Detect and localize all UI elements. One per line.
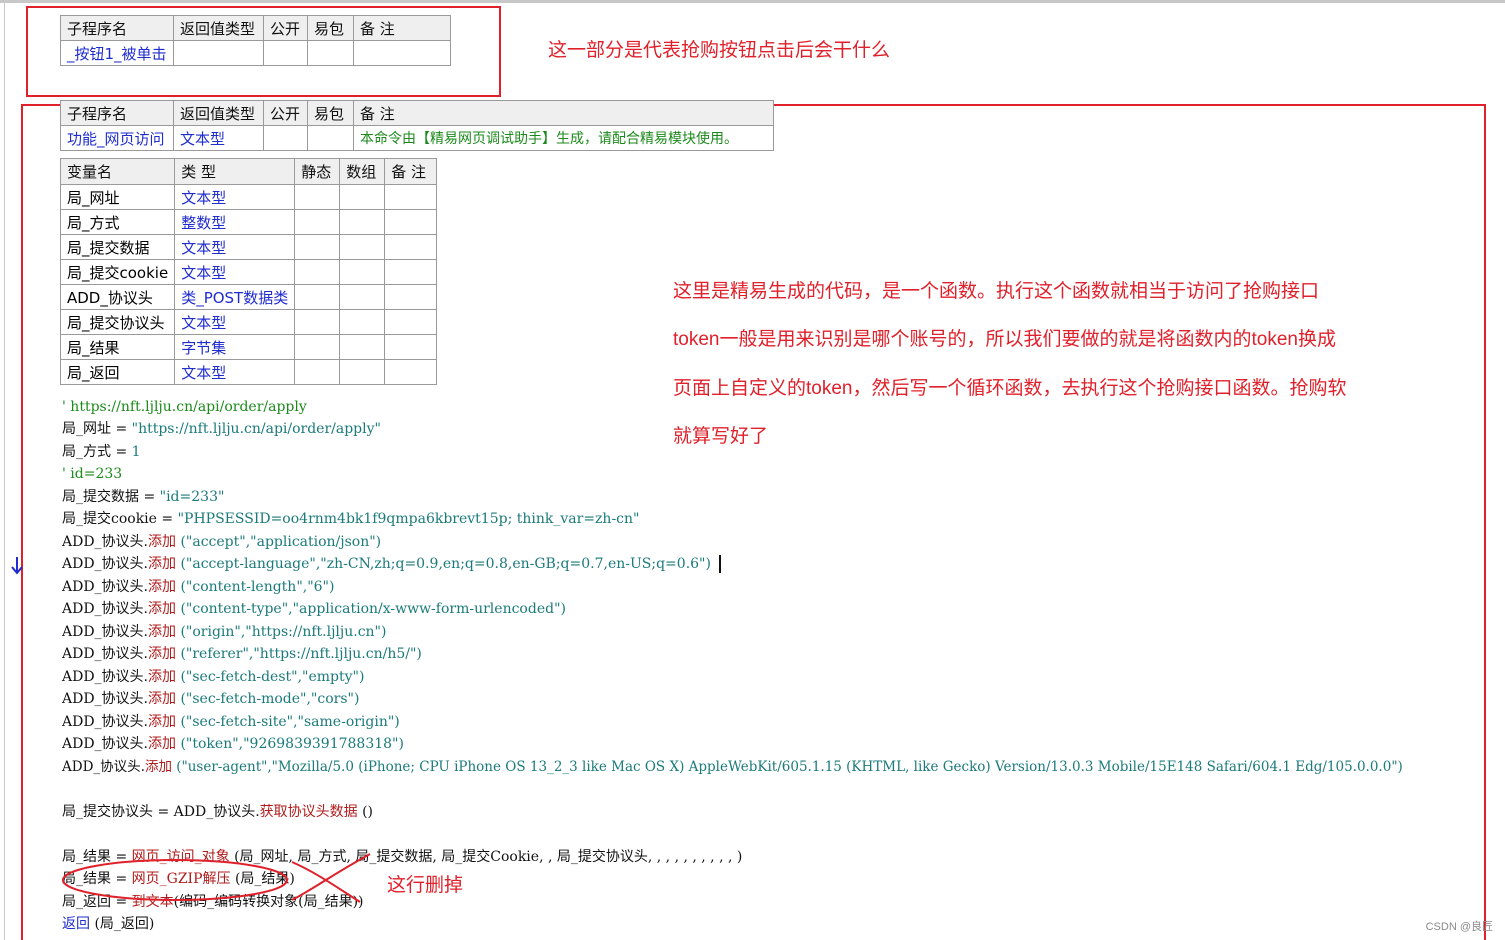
col-header-public: 公开 — [263, 100, 308, 126]
code-line-header-add[interactable]: ADD_协议头.添加 ("referer","https://nft.ljlju… — [62, 643, 422, 665]
var-type-cell[interactable]: 文本型 — [174, 309, 296, 335]
var-type-cell[interactable]: 文本型 — [174, 184, 296, 210]
subroutine-table-button-click: 子程序名 返回值类型 公开 易包 备 注 _按钮1_被单击 — [60, 15, 451, 66]
annotation-note-line: 就算写好了 — [673, 426, 769, 447]
var-note-cell[interactable] — [384, 259, 438, 285]
var-array-cell[interactable] — [339, 184, 386, 210]
local-variables-table: 变量名 类 型 静态 数组 备 注 局_网址 文本型 局_方式 整数型 局_提交数据… — [59, 158, 438, 385]
col-header-note: 备 注 — [353, 100, 774, 126]
var-static-cell[interactable] — [294, 234, 341, 260]
code-line[interactable]: 局_网址 = "https://nft.ljlju.cn/api/order/a… — [62, 418, 381, 440]
var-name-cell[interactable]: ADD_协议头 — [59, 284, 176, 310]
var-name-cell[interactable]: 局_结果 — [59, 334, 176, 360]
var-type-cell[interactable]: 文本型 — [174, 234, 296, 260]
var-name-cell[interactable]: 局_网址 — [59, 184, 176, 210]
var-note-cell[interactable] — [384, 234, 438, 260]
var-note-cell[interactable] — [384, 334, 438, 360]
strike-out-mark — [62, 853, 371, 903]
var-note-cell[interactable] — [384, 359, 438, 385]
col-header-subroutine: 子程序名 — [60, 15, 174, 41]
var-name-cell[interactable]: 局_方式 — [59, 209, 176, 235]
watermark: CSDN @良匠 — [1425, 921, 1493, 933]
col-header-static: 静态 — [294, 158, 341, 185]
col-header-subroutine: 子程序名 — [60, 100, 174, 126]
var-note-cell[interactable] — [384, 309, 438, 335]
annotation-note-delete: 这行删掉 — [387, 875, 464, 896]
annotation-note-line: 这里是精易生成的代码，是一个函数。执行这个函数就相当于访问了抢购接口 — [673, 281, 1320, 302]
col-header-easy-pkg: 易包 — [307, 15, 354, 41]
col-header-type: 类 型 — [174, 158, 296, 185]
note-cell[interactable]: 本命令由【精易网页调试助手】生成，请配合精易模块使用。 — [353, 125, 774, 151]
var-type-cell[interactable]: 文本型 — [174, 259, 296, 285]
var-array-cell[interactable] — [339, 359, 386, 385]
code-comment-line[interactable]: ' id=233 — [62, 463, 122, 485]
public-cell[interactable] — [263, 125, 308, 151]
var-static-cell[interactable] — [294, 209, 341, 235]
return-type-cell[interactable] — [173, 40, 264, 66]
code-line[interactable]: 局_提交协议头 = ADD_协议头.获取协议头数据 () — [62, 801, 373, 823]
editor-left-border — [4, 3, 5, 940]
code-line[interactable]: 局_方式 = 1 — [62, 441, 141, 463]
var-static-cell[interactable] — [294, 184, 341, 210]
annotation-note-button: 这一部分是代表抢购按钮点击后会干什么 — [548, 40, 891, 61]
var-note-cell[interactable] — [384, 184, 438, 210]
col-header-return-type: 返回值类型 — [173, 100, 264, 126]
col-header-return-type: 返回值类型 — [173, 15, 264, 41]
var-type-cell[interactable]: 字节集 — [174, 334, 296, 360]
var-name-cell[interactable]: 局_提交cookie — [59, 259, 176, 285]
code-line[interactable]: 局_提交cookie = "PHPSESSID=oo4rnm4bk1f9qmpa… — [62, 508, 639, 530]
col-header-var-name: 变量名 — [59, 158, 176, 185]
window-top-border — [0, 0, 1505, 3]
var-note-cell[interactable] — [384, 284, 438, 310]
code-line-header-add[interactable]: ADD_协议头.添加 ("sec-fetch-mode","cors") — [62, 688, 359, 710]
var-array-cell[interactable] — [339, 334, 386, 360]
easy-pkg-cell[interactable] — [307, 40, 354, 66]
note-cell[interactable] — [353, 40, 451, 66]
text-cursor — [718, 555, 721, 573]
code-comment-line[interactable]: ' https://nft.ljlju.cn/api/order/apply — [62, 396, 307, 418]
var-name-cell[interactable]: 局_提交数据 — [59, 234, 176, 260]
subroutine-table-web-visit: 子程序名 返回值类型 公开 易包 备 注 功能_网页访问 文本型 本命令由【精易… — [60, 100, 774, 151]
code-line-header-add[interactable]: ADD_协议头.添加 ("accept","application/json") — [62, 531, 381, 553]
code-line[interactable]: 局_提交数据 = "id=233" — [62, 486, 224, 508]
var-static-cell[interactable] — [294, 309, 341, 335]
code-line-header-add[interactable]: ADD_协议头.添加 ("content-length","6") — [62, 576, 334, 598]
subroutine-name-cell[interactable]: _按钮1_被单击 — [60, 40, 174, 66]
var-array-cell[interactable] — [339, 234, 386, 260]
code-line-header-add[interactable]: ADD_协议头.添加 ("sec-fetch-site","same-origi… — [62, 711, 400, 733]
var-array-cell[interactable] — [339, 309, 386, 335]
var-static-cell[interactable] — [294, 359, 341, 385]
code-line-header-add[interactable]: ADD_协议头.添加 ("user-agent","Mozilla/5.0 (i… — [62, 756, 1403, 778]
easy-pkg-cell[interactable] — [307, 125, 354, 151]
var-static-cell[interactable] — [294, 284, 341, 310]
public-cell[interactable] — [263, 40, 308, 66]
annotation-note-line: 页面上自定义的token，然后写一个循环函数，去执行这个抢购接口函数。抢购软 — [673, 378, 1347, 399]
code-line-header-add[interactable]: ADD_协议头.添加 ("token","9269839391788318") — [62, 733, 404, 755]
var-array-cell[interactable] — [339, 284, 386, 310]
return-type-cell[interactable]: 文本型 — [173, 125, 264, 151]
code-line-header-add[interactable]: ADD_协议头.添加 ("sec-fetch-dest","empty") — [62, 666, 364, 688]
var-type-cell[interactable]: 类_POST数据类 — [174, 284, 296, 310]
col-header-easy-pkg: 易包 — [307, 100, 354, 126]
var-note-cell[interactable] — [384, 209, 438, 235]
var-name-cell[interactable]: 局_提交协议头 — [59, 309, 176, 335]
var-array-cell[interactable] — [339, 259, 386, 285]
var-array-cell[interactable] — [339, 209, 386, 235]
var-static-cell[interactable] — [294, 334, 341, 360]
annotation-note-line: token一般是用来识别是哪个账号的，所以我们要做的就是将函数内的token换成 — [673, 329, 1336, 350]
col-header-public: 公开 — [263, 15, 308, 41]
var-static-cell[interactable] — [294, 259, 341, 285]
current-line-arrow-icon — [11, 557, 23, 575]
subroutine-name-cell[interactable]: 功能_网页访问 — [60, 125, 174, 151]
code-line-header-add[interactable]: ADD_协议头.添加 ("content-type","application/… — [62, 598, 566, 620]
var-name-cell[interactable]: 局_返回 — [59, 359, 176, 385]
col-header-note: 备 注 — [384, 158, 438, 185]
var-type-cell[interactable]: 文本型 — [174, 359, 296, 385]
code-line-header-add[interactable]: ADD_协议头.添加 ("accept-language","zh-CN,zh;… — [62, 553, 721, 575]
code-line-header-add[interactable]: ADD_协议头.添加 ("origin","https://nft.ljlju.… — [62, 621, 386, 643]
var-type-cell[interactable]: 整数型 — [174, 209, 296, 235]
col-header-array: 数组 — [339, 158, 386, 185]
col-header-note: 备 注 — [353, 15, 451, 41]
